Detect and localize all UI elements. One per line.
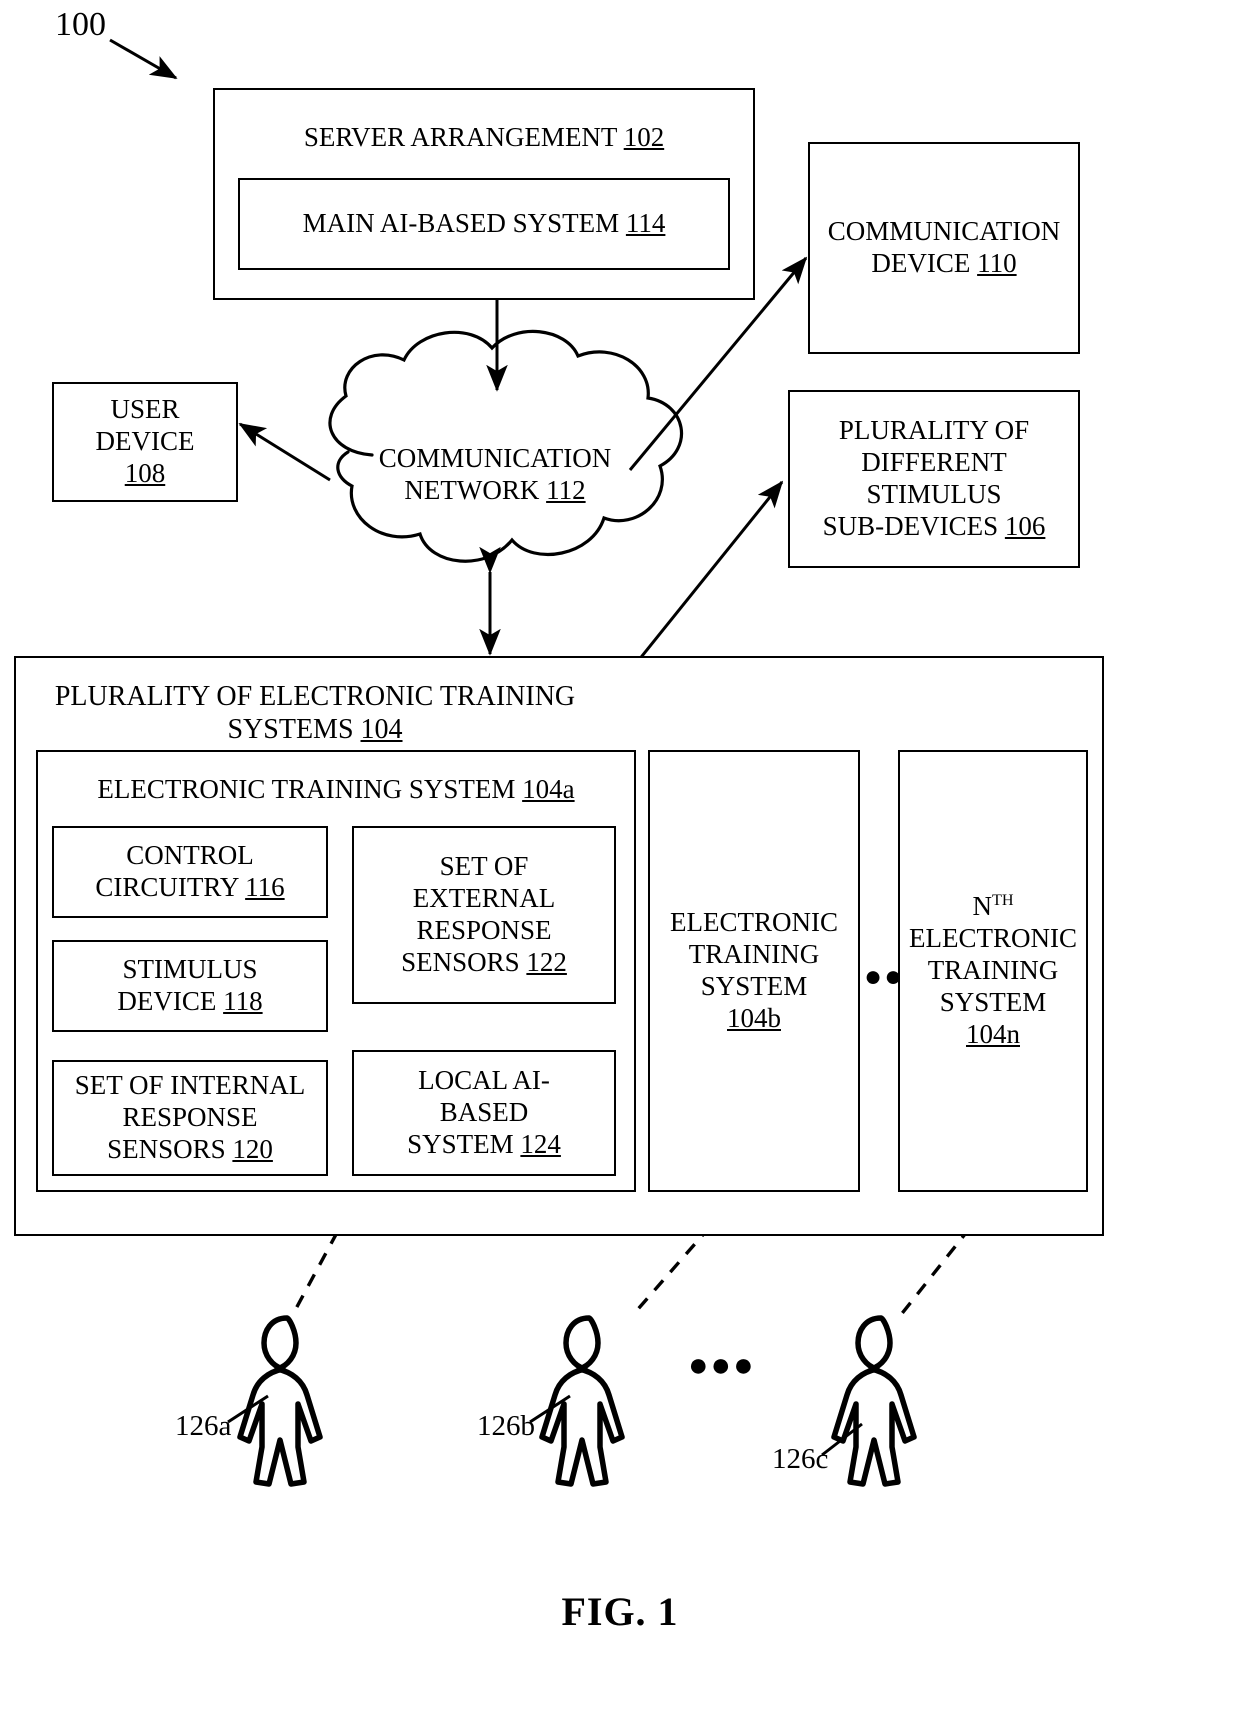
control-circuitry-numeral: 116 — [245, 872, 285, 902]
control-circuitry-box: CONTROL CIRCUITRY 116 — [52, 826, 328, 918]
user-device-numeral: 108 — [124, 457, 166, 488]
stimulus-sub-devices-numeral: 106 — [1004, 510, 1046, 541]
control-circuitry-line2: CIRCUITRY — [95, 872, 239, 902]
local-ai-based-system-numeral: 124 — [520, 1128, 561, 1159]
communication-device-numeral: 110 — [977, 248, 1017, 278]
training-system-n-box: NTH ELECTRONIC TRAINING SYSTEM 104n — [898, 750, 1088, 1192]
person-figure-a — [237, 1315, 323, 1487]
training-system-b-title: ELECTRONIC TRAINING SYSTEM 104b — [664, 907, 844, 1034]
training-system-b-line2: TRAINING — [688, 939, 820, 970]
server-arrangement-numeral: 102 — [623, 122, 665, 152]
stimulus-sub-devices-box: PLURALITY OF DIFFERENT STIMULUS SUB-DEVI… — [788, 390, 1080, 568]
figure-caption: FIG. 1 — [561, 1589, 679, 1634]
training-system-a-title: ELECTRONIC TRAINING SYSTEM 104a — [38, 774, 634, 806]
local-ai-based-system-line1: LOCAL AI- — [418, 1065, 550, 1096]
stimulus-sub-devices-line4: SUB-DEVICES — [822, 510, 999, 541]
main-ai-based-system-box: MAIN AI-BASED SYSTEM 114 — [238, 178, 730, 270]
local-ai-based-system-title: LOCAL AI- BASED SYSTEM 124 — [401, 1065, 567, 1161]
leader-stub-person-b — [529, 1394, 571, 1424]
server-arrangement-title: SERVER ARRANGEMENT 102 — [215, 122, 753, 154]
communication-network-title: COMMUNICATION NETWORK 112 — [330, 442, 660, 507]
communication-network-numeral: 112 — [546, 475, 586, 506]
training-system-b-numeral: 104b — [727, 1002, 781, 1033]
internal-response-sensors-box: SET OF INTERNAL RESPONSE SENSORS 120 — [52, 1060, 328, 1176]
stimulus-device-box: STIMULUS DEVICE 118 — [52, 940, 328, 1032]
stimulus-device-line2: DEVICE — [117, 986, 217, 1016]
training-system-a-label: ELECTRONIC TRAINING SYSTEM — [97, 774, 516, 804]
communication-device-box: COMMUNICATION DEVICE 110 — [808, 142, 1080, 354]
user-device-line1: USER — [110, 394, 180, 425]
internal-response-sensors-line3: SENSORS — [107, 1133, 226, 1164]
plurality-training-systems-title: PLURALITY OF ELECTRONIC TRAINING SYSTEMS… — [28, 680, 602, 746]
stimulus-sub-devices-line1: PLURALITY OF — [838, 415, 1030, 446]
person-figure-b — [539, 1315, 625, 1487]
plurality-training-systems-line1: PLURALITY OF ELECTRONIC TRAINING — [54, 681, 576, 712]
external-response-sensors-line3: RESPONSE — [416, 915, 552, 945]
training-system-n-line3: TRAINING — [927, 955, 1059, 986]
training-system-b-box: ELECTRONIC TRAINING SYSTEM 104b — [648, 750, 860, 1192]
stimulus-sub-devices-line2: DIFFERENT — [861, 447, 1007, 478]
communication-network-line2: NETWORK — [404, 475, 540, 506]
user-device-box: USER DEVICE 108 — [52, 382, 238, 502]
training-system-b-line1: ELECTRONIC — [670, 907, 838, 938]
stimulus-device-numeral: 118 — [223, 986, 263, 1016]
user-device-title: USER DEVICE 108 — [90, 394, 201, 490]
stimulus-device-line1: STIMULUS — [122, 954, 258, 985]
leader-stub-person-a — [227, 1394, 269, 1424]
external-response-sensors-numeral: 122 — [526, 946, 567, 977]
external-response-sensors-line1: SET OF — [439, 851, 529, 882]
plurality-training-systems-numeral: 104 — [360, 714, 403, 746]
training-system-n-line4: SYSTEM — [939, 986, 1047, 1017]
main-ai-based-system-label: MAIN AI-BASED SYSTEM — [302, 208, 620, 239]
local-ai-based-system-line3: SYSTEM — [407, 1128, 514, 1159]
local-ai-based-system-line2: BASED — [439, 1097, 529, 1128]
person-c-label: 126c — [772, 1443, 829, 1475]
person-figure-c — [831, 1315, 917, 1487]
local-ai-based-system-box: LOCAL AI- BASED SYSTEM 124 — [352, 1050, 616, 1176]
stimulus-device-title: STIMULUS DEVICE 118 — [111, 954, 268, 1018]
training-system-b-line3: SYSTEM — [700, 971, 808, 1001]
training-system-a-numeral: 104a — [522, 774, 575, 804]
training-system-n-numeral: 104n — [966, 1018, 1020, 1049]
training-system-n-superscript: TH — [991, 891, 1014, 910]
plurality-training-systems-line2: SYSTEMS — [227, 714, 354, 746]
leader-arrow-100 — [109, 38, 178, 80]
communication-device-line2: DEVICE — [871, 248, 971, 278]
arrow-network-to-user-device — [238, 422, 331, 482]
internal-response-sensors-line2: RESPONSE — [122, 1102, 258, 1133]
figure-reference-numeral: 100 — [55, 6, 106, 43]
stimulus-sub-devices-title: PLURALITY OF DIFFERENT STIMULUS SUB-DEVI… — [817, 415, 1052, 542]
external-response-sensors-line2: EXTERNAL — [412, 883, 556, 914]
communication-device-title: COMMUNICATION DEVICE 110 — [822, 216, 1067, 280]
main-ai-based-system-numeral: 114 — [625, 208, 666, 239]
external-response-sensors-title: SET OF EXTERNAL RESPONSE SENSORS 122 — [395, 851, 573, 978]
external-response-sensors-line4: SENSORS — [401, 946, 520, 977]
training-system-n-prefix: N — [972, 891, 992, 922]
person-b-label: 126b — [477, 1410, 535, 1442]
internal-response-sensors-numeral: 120 — [232, 1133, 273, 1164]
user-device-line2: DEVICE — [95, 426, 195, 457]
stimulus-sub-devices-line3: STIMULUS — [866, 479, 1002, 509]
training-system-n-title: NTH ELECTRONIC TRAINING SYSTEM 104n — [903, 891, 1083, 1050]
communication-device-line1: COMMUNICATION — [827, 216, 1061, 247]
internal-response-sensors-title: SET OF INTERNAL RESPONSE SENSORS 120 — [69, 1070, 312, 1166]
external-response-sensors-box: SET OF EXTERNAL RESPONSE SENSORS 122 — [352, 826, 616, 1004]
server-arrangement-label: SERVER ARRANGEMENT — [303, 122, 617, 152]
ellipsis-between-people: ●●● — [688, 1346, 756, 1384]
communication-network-line1: COMMUNICATION — [378, 443, 612, 473]
control-circuitry-title: CONTROL CIRCUITRY 116 — [89, 840, 290, 904]
internal-response-sensors-line1: SET OF INTERNAL — [74, 1070, 306, 1101]
main-ai-based-system-title: MAIN AI-BASED SYSTEM 114 — [297, 208, 672, 240]
person-a-label: 126a — [175, 1410, 232, 1442]
patent-figure-page: 100 SERVER ARRANGEMENT 102 MAIN AI-BASED… — [0, 0, 1240, 1735]
training-system-n-line2: ELECTRONIC — [909, 923, 1077, 954]
control-circuitry-line1: CONTROL — [126, 840, 254, 871]
